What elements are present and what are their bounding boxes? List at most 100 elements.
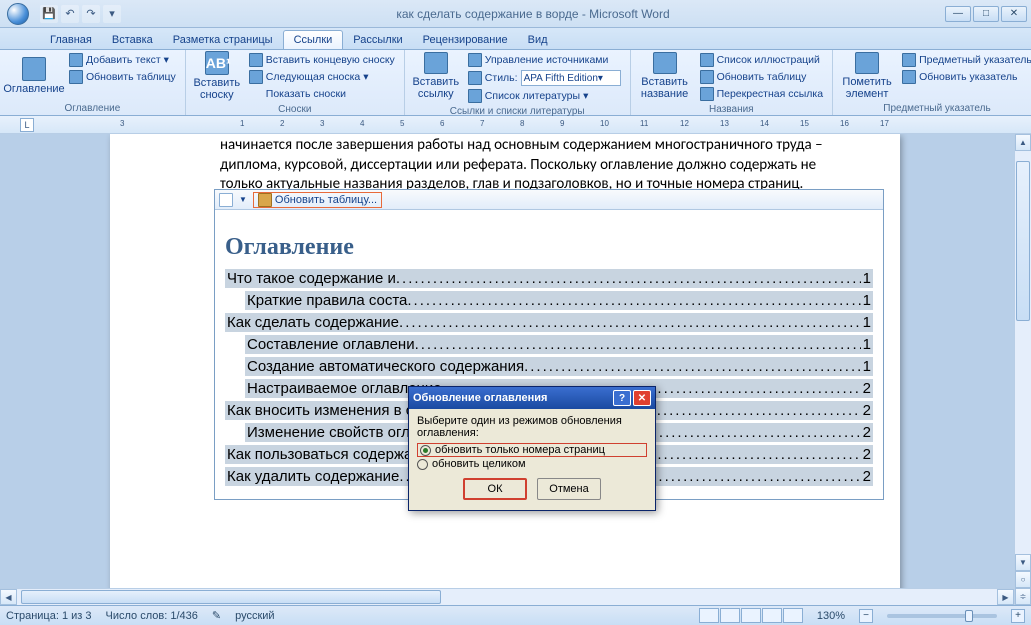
word-count[interactable]: Число слов: 1/436	[106, 610, 198, 622]
insert-citation-button[interactable]: Вставитьссылку	[411, 52, 461, 100]
dropdown-icon[interactable]: ▼	[239, 195, 247, 204]
radio-icon	[420, 445, 431, 456]
scroll-right-icon[interactable]: ▶	[997, 589, 1014, 605]
minimize-button[interactable]: —	[945, 6, 971, 22]
window-title: как сделать содержание в ворде - Microso…	[121, 7, 945, 21]
toc-entry[interactable]: Как сделать содержание .................…	[225, 313, 873, 332]
group-label: Оглавление	[6, 103, 179, 114]
tab-home[interactable]: Главная	[40, 31, 102, 49]
next-footnote-button[interactable]: Следующая сноска ▾	[246, 69, 398, 85]
group-citations: Вставитьссылку Управление источниками Ст…	[405, 50, 631, 115]
close-button[interactable]: ✕	[1001, 6, 1027, 22]
dialog-titlebar[interactable]: Обновление оглавления ? ✕	[409, 387, 655, 409]
zoom-level[interactable]: 130%	[817, 610, 845, 622]
tab-references[interactable]: Ссылки	[283, 30, 344, 49]
bibliography-button[interactable]: Список литературы ▾	[465, 88, 624, 104]
ribbon-tabs: Главная Вставка Разметка страницы Ссылки…	[0, 28, 1031, 50]
zoom-in-button[interactable]: +	[1011, 609, 1025, 623]
group-label: Предметный указатель	[839, 103, 1031, 114]
toc-entry[interactable]: Создание автоматического содержания ....…	[245, 357, 873, 376]
style-dropdown[interactable]: APA Fifth Edition ▾	[521, 70, 621, 86]
zoom-slider[interactable]	[887, 614, 997, 618]
scroll-thumb[interactable]	[1016, 161, 1030, 321]
citation-style-select[interactable]: Стиль: APA Fifth Edition ▾	[465, 69, 624, 87]
sources-icon	[468, 53, 482, 67]
spellcheck-icon[interactable]: ✎	[212, 609, 221, 622]
update-index-button[interactable]: Обновить указатель	[899, 69, 1031, 85]
tab-view[interactable]: Вид	[518, 31, 558, 49]
update-figures-button[interactable]: Обновить таблицу	[697, 69, 826, 85]
insert-caption-button[interactable]: Вставитьназвание	[637, 52, 693, 100]
insert-footnote-button[interactable]: AB¹Вставитьсноску	[192, 52, 242, 100]
toc-title: Оглавление	[225, 232, 873, 261]
tab-insert[interactable]: Вставка	[102, 31, 163, 49]
toc-icon	[22, 57, 46, 81]
draft-view[interactable]	[783, 608, 803, 623]
browse-object-icon[interactable]: ○	[1015, 571, 1031, 588]
toc-button[interactable]: Оглавление	[6, 52, 62, 100]
dialog-prompt: Выберите один из режимов обновления огла…	[417, 415, 647, 439]
figures-icon	[700, 53, 714, 67]
cancel-button[interactable]: Отмена	[537, 478, 601, 500]
radio-page-numbers-only[interactable]: обновить только номера страниц	[417, 443, 647, 457]
radio-icon	[417, 459, 428, 470]
vertical-scrollbar[interactable]: ▲ ▼ ○ ≑	[1014, 134, 1031, 605]
undo-icon[interactable]: ↶	[61, 5, 79, 23]
maximize-button[interactable]: □	[973, 6, 999, 22]
ruler-scale: 31234567891011121314151617	[40, 116, 1031, 133]
group-footnotes: AB¹Вставитьсноску Вставить концевую снос…	[186, 50, 405, 115]
table-of-figures-button[interactable]: Список иллюстраций	[697, 52, 826, 68]
toc-options-icon[interactable]	[219, 193, 233, 207]
group-index: Пометитьэлемент Предметный указатель Обн…	[833, 50, 1031, 115]
save-icon[interactable]: 💾	[40, 5, 58, 23]
mark-entry-button[interactable]: Пометитьэлемент	[839, 52, 895, 100]
ok-button[interactable]: ОК	[463, 478, 527, 500]
scroll-down-icon[interactable]: ▼	[1015, 554, 1031, 571]
scroll-left-icon[interactable]: ◀	[0, 589, 17, 605]
office-button[interactable]	[0, 0, 36, 28]
radio-entire-table[interactable]: обновить целиком	[417, 458, 647, 470]
titlebar: 💾 ↶ ↷ ▾ как сделать содержание в ворде -…	[0, 0, 1031, 28]
dialog-close-button[interactable]: ✕	[633, 390, 651, 406]
quick-access-toolbar: 💾 ↶ ↷ ▾	[40, 5, 121, 23]
insert-index-button[interactable]: Предметный указатель	[899, 52, 1031, 68]
toc-field-toolbar: ▼ Обновить таблицу...	[215, 190, 883, 210]
update-table-button[interactable]: Обновить таблицу	[66, 69, 179, 85]
scroll-thumb[interactable]	[21, 590, 441, 604]
insert-endnote-button[interactable]: Вставить концевую сноску	[246, 52, 398, 68]
manage-sources-button[interactable]: Управление источниками	[465, 52, 624, 68]
cross-reference-button[interactable]: Перекрестная ссылка	[697, 86, 826, 102]
language-indicator[interactable]: русский	[235, 610, 274, 622]
outline-view[interactable]	[762, 608, 782, 623]
group-label: Сноски	[192, 104, 398, 115]
show-notes-button[interactable]: Показать сноски	[246, 86, 398, 102]
redo-icon[interactable]: ↷	[82, 5, 100, 23]
citation-icon	[424, 52, 448, 74]
view-buttons	[699, 608, 803, 623]
tab-review[interactable]: Рецензирование	[413, 31, 518, 49]
help-button[interactable]: ?	[613, 390, 631, 406]
xref-icon	[700, 87, 714, 101]
tab-selector[interactable]: L	[20, 118, 34, 132]
toc-entry[interactable]: Что такое содержание и .................…	[225, 269, 873, 288]
web-layout-view[interactable]	[741, 608, 761, 623]
add-text-button[interactable]: Добавить текст ▾	[66, 52, 179, 68]
tab-mailings[interactable]: Рассылки	[343, 31, 412, 49]
page-indicator[interactable]: Страница: 1 из 3	[6, 610, 92, 622]
group-label: Названия	[637, 104, 826, 115]
full-screen-view[interactable]	[720, 608, 740, 623]
zoom-knob[interactable]	[965, 610, 973, 622]
zoom-out-button[interactable]: −	[859, 609, 873, 623]
next-footnote-icon	[249, 70, 263, 84]
prev-page-icon[interactable]: ≑	[1015, 588, 1031, 605]
tab-layout[interactable]: Разметка страницы	[163, 31, 283, 49]
toc-entry[interactable]: Краткие правила соста ..................…	[245, 291, 873, 310]
dialog-title: Обновление оглавления	[413, 392, 611, 404]
qat-customize-icon[interactable]: ▾	[103, 5, 121, 23]
toc-entry[interactable]: Составление оглавлени ..................…	[245, 335, 873, 354]
horizontal-scrollbar[interactable]: ◀ ▶	[0, 588, 1014, 605]
update-toc-button[interactable]: Обновить таблицу...	[253, 192, 382, 208]
scroll-up-icon[interactable]: ▲	[1015, 134, 1031, 151]
print-layout-view[interactable]	[699, 608, 719, 623]
refresh-icon	[700, 70, 714, 84]
